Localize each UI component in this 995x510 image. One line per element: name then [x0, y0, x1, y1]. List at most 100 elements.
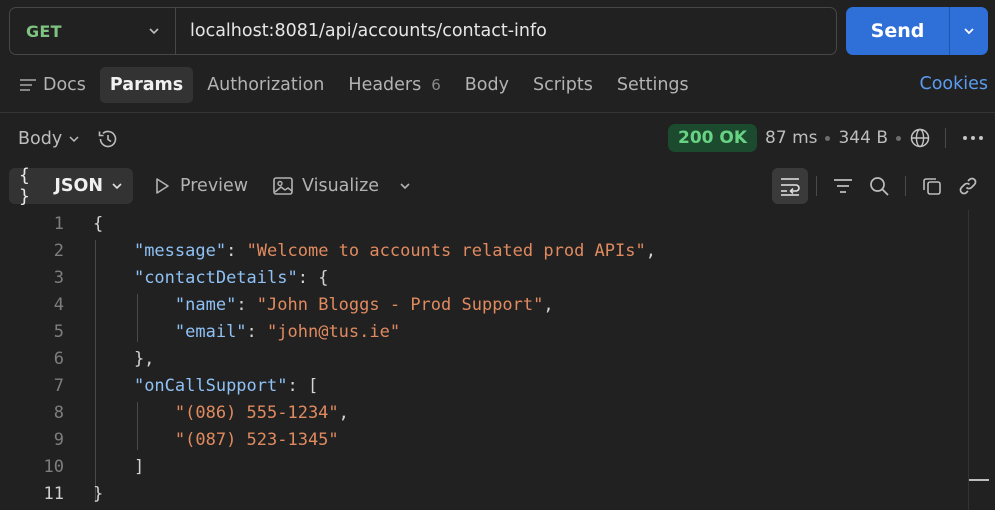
play-icon	[152, 176, 172, 196]
copy-button[interactable]	[914, 168, 950, 204]
send-button[interactable]: Send	[846, 7, 950, 55]
tab-params-label: Params	[109, 75, 184, 95]
code-line: 2 "message": "Welcome to accounts relate…	[0, 237, 965, 264]
scrollbar-position-marker	[969, 479, 989, 481]
tab-docs[interactable]: Docs	[9, 67, 96, 103]
json-punctuation: ,	[543, 294, 554, 315]
chevron-down-icon	[147, 24, 161, 38]
status-badge[interactable]: 200 OK	[668, 124, 758, 152]
json-punctuation: :	[236, 294, 257, 315]
json-key: "onCallSupport"	[133, 375, 288, 396]
chevron-down-icon	[398, 179, 412, 193]
tab-scripts[interactable]: Scripts	[523, 67, 603, 103]
response-section-select[interactable]: Body	[18, 124, 120, 154]
code-line: 11}	[0, 480, 965, 507]
code-text: {	[93, 214, 103, 234]
url-input[interactable]: localhost:8081/api/accounts/contact-info	[176, 21, 547, 41]
code-line: 5 "email": "john@tus.ie"	[0, 318, 965, 345]
meta-separator-dot	[825, 135, 831, 141]
history-icon[interactable]	[96, 127, 120, 151]
line-number: 4	[53, 294, 64, 315]
response-body-viewer[interactable]: 1{2 "message": "Welcome to accounts rela…	[0, 210, 965, 507]
code-line: 9 "(087) 523-1345"	[0, 426, 965, 453]
line-number: 10	[43, 456, 64, 477]
lines-icon	[19, 77, 37, 93]
image-icon	[272, 176, 294, 196]
tab-settings[interactable]: Settings	[607, 67, 699, 103]
response-section-label: Body	[18, 129, 63, 149]
json-punctuation: : {	[297, 267, 329, 288]
tab-headers[interactable]: Headers 6	[338, 67, 450, 103]
send-dropdown-button[interactable]	[950, 7, 988, 55]
viewer-tools	[772, 168, 986, 204]
scrollbar-track[interactable]	[968, 210, 969, 510]
json-punctuation: },	[93, 348, 155, 369]
line-number: 6	[53, 348, 64, 369]
cookies-link[interactable]: Cookies	[919, 74, 988, 94]
line-number: 9	[53, 429, 64, 450]
code-line: 7 "onCallSupport": [	[0, 372, 965, 399]
json-key: "contactDetails"	[133, 267, 298, 288]
wrap-lines-button[interactable]	[772, 168, 808, 204]
request-tabs: Docs Params Authorization Headers 6 Body…	[9, 66, 703, 104]
code-text: "(086) 555-1234",	[93, 403, 349, 423]
headers-count-badge: 6	[431, 76, 441, 94]
request-bar: GET localhost:8081/api/accounts/contact-…	[9, 7, 837, 55]
line-number: 2	[53, 240, 64, 261]
json-punctuation: :	[246, 321, 268, 342]
code-line: 8 "(086) 555-1234",	[0, 399, 965, 426]
link-button[interactable]	[950, 168, 986, 204]
chevron-down-icon	[111, 180, 123, 192]
tab-settings-label: Settings	[616, 75, 689, 95]
json-key: "email"	[174, 321, 247, 342]
json-punctuation: }	[93, 483, 104, 504]
tab-headers-label: Headers	[348, 75, 422, 95]
chevron-down-icon	[68, 133, 80, 145]
link-icon	[957, 175, 979, 197]
preview-label: Preview	[180, 176, 249, 196]
line-number: 5	[53, 321, 64, 342]
response-time[interactable]: 87 ms	[765, 128, 817, 148]
filter-icon	[832, 176, 854, 196]
tab-body[interactable]: Body	[455, 67, 519, 103]
tab-authorization[interactable]: Authorization	[197, 67, 334, 103]
code-line: 1{	[0, 210, 965, 237]
json-string: "john@tus.ie"	[267, 321, 401, 342]
code-text: "email": "john@tus.ie"	[93, 322, 400, 342]
response-size[interactable]: 344 B	[838, 128, 888, 148]
preview-button[interactable]: Preview	[152, 168, 248, 204]
visualize-button[interactable]: Visualize	[272, 168, 379, 204]
copy-icon	[921, 175, 943, 197]
filter-button[interactable]	[825, 168, 861, 204]
json-punctuation: {	[93, 213, 104, 234]
json-string: "Welcome to accounts related prod APIs"	[246, 240, 646, 261]
search-button[interactable]	[861, 168, 897, 204]
braces-icon: { }	[19, 165, 30, 207]
code-text: ]	[93, 457, 144, 477]
view-options-dropdown[interactable]	[398, 168, 412, 204]
line-number: 7	[53, 375, 64, 396]
tab-docs-label: Docs	[43, 75, 86, 95]
code-text: "message": "Welcome to accounts related …	[93, 241, 656, 261]
format-label: JSON	[54, 176, 103, 196]
json-punctuation: :	[226, 240, 247, 261]
format-select[interactable]: { } JSON	[9, 165, 133, 207]
tab-params[interactable]: Params	[99, 67, 194, 103]
search-icon	[868, 175, 890, 197]
toolbar-separator	[816, 176, 817, 196]
line-number: 11	[43, 483, 64, 504]
code-text: "(087) 523-1345"	[93, 430, 339, 450]
json-punctuation	[93, 403, 175, 423]
code-text: "onCallSupport": [	[93, 376, 318, 396]
json-punctuation: : [	[287, 375, 319, 396]
method-select[interactable]: GET	[10, 8, 176, 54]
json-punctuation: ,	[645, 240, 656, 261]
line-number: 1	[53, 213, 64, 234]
code-text: "contactDetails": {	[93, 268, 328, 288]
line-number: 3	[53, 267, 64, 288]
code-line: 4 "name": "John Bloggs - Prod Support",	[0, 291, 965, 318]
response-meta: 200 OK 87 ms 344 B	[668, 122, 986, 154]
more-horizontal-icon[interactable]	[960, 127, 986, 149]
globe-icon[interactable]	[909, 127, 931, 149]
section-divider	[0, 112, 995, 113]
